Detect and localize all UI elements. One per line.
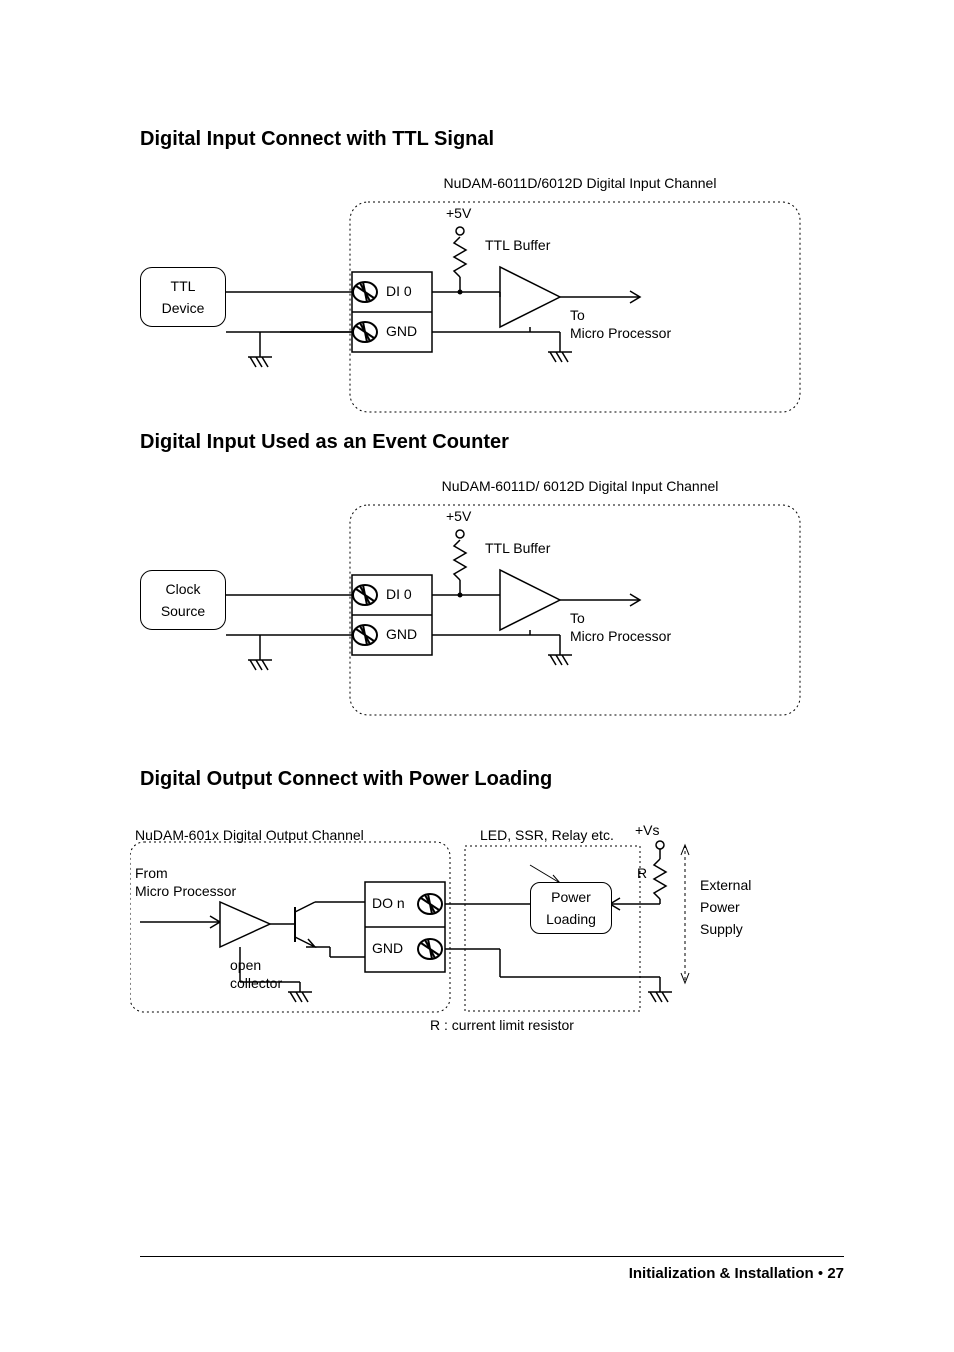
figure-event-counter: NuDAM-6011D/ 6012D Digital Input Channel…	[140, 470, 830, 730]
label-5v-2: +5V	[446, 508, 471, 524]
label-ttl-buffer: TTL Buffer	[485, 237, 550, 253]
label-di0-2: DI 0	[386, 586, 412, 602]
ttl-device-l2: Device	[141, 300, 225, 316]
label-micro-processor-2: Micro Processor	[570, 628, 671, 644]
label-from: From	[135, 865, 168, 881]
footer-rule	[140, 1256, 844, 1257]
label-vs: +Vs	[635, 822, 660, 838]
power-loading-box: Power Loading	[530, 882, 612, 934]
caption-fig3: NuDAM-601x Digital Output Channel	[135, 827, 364, 843]
power-loading-l1: Power	[531, 889, 611, 905]
heading-event-counter: Digital Input Used as an Event Counter	[140, 431, 844, 454]
label-to-2: To	[570, 610, 585, 626]
figure-digital-output: NuDAM-601x Digital Output Channel From M…	[140, 807, 830, 1057]
footer-page: 27	[827, 1265, 844, 1282]
heading-ttl-signal: Digital Input Connect with TTL Signal	[140, 128, 844, 151]
label-don: DO n	[372, 895, 405, 911]
label-micro-processor-3: Micro Processor	[135, 883, 236, 899]
label-di0: DI 0	[386, 283, 412, 299]
clock-source-box: Clock Source	[140, 570, 226, 630]
clock-l2: Source	[141, 603, 225, 619]
heading-power-loading: Digital Output Connect with Power Loadin…	[140, 768, 844, 791]
label-to: To	[570, 307, 585, 323]
label-micro-processor: Micro Processor	[570, 325, 671, 341]
ttl-device-box: TTL Device	[140, 267, 226, 327]
page-footer: Initialization & Installation • 27	[140, 1248, 844, 1282]
label-5v: +5V	[446, 205, 471, 221]
label-gnd-3: GND	[372, 940, 403, 956]
label-ttl-buffer-2: TTL Buffer	[485, 540, 550, 556]
label-collector: collector	[230, 975, 282, 991]
label-gnd-2: GND	[386, 626, 417, 642]
label-ext2: Power	[700, 899, 740, 915]
label-r-note: R : current limit resistor	[430, 1017, 574, 1033]
label-open: open	[230, 957, 261, 973]
label-ext3: Supply	[700, 921, 743, 937]
footer-section: Initialization & Installation	[629, 1265, 814, 1282]
ttl-device-l1: TTL	[141, 278, 225, 294]
caption-fig2: NuDAM-6011D/ 6012D Digital Input Channel	[370, 478, 790, 494]
clock-l1: Clock	[141, 581, 225, 597]
label-gnd: GND	[386, 323, 417, 339]
power-loading-l2: Loading	[531, 911, 611, 927]
label-ext1: External	[700, 877, 751, 893]
caption-fig1: NuDAM-6011D/6012D Digital Input Channel	[370, 175, 790, 191]
figure-digital-input-ttl: NuDAM-6011D/6012D Digital Input Channel …	[140, 167, 830, 427]
label-r: R	[637, 865, 647, 881]
footer-bullet: •	[814, 1265, 828, 1282]
label-led-ssr: LED, SSR, Relay etc.	[480, 827, 614, 843]
